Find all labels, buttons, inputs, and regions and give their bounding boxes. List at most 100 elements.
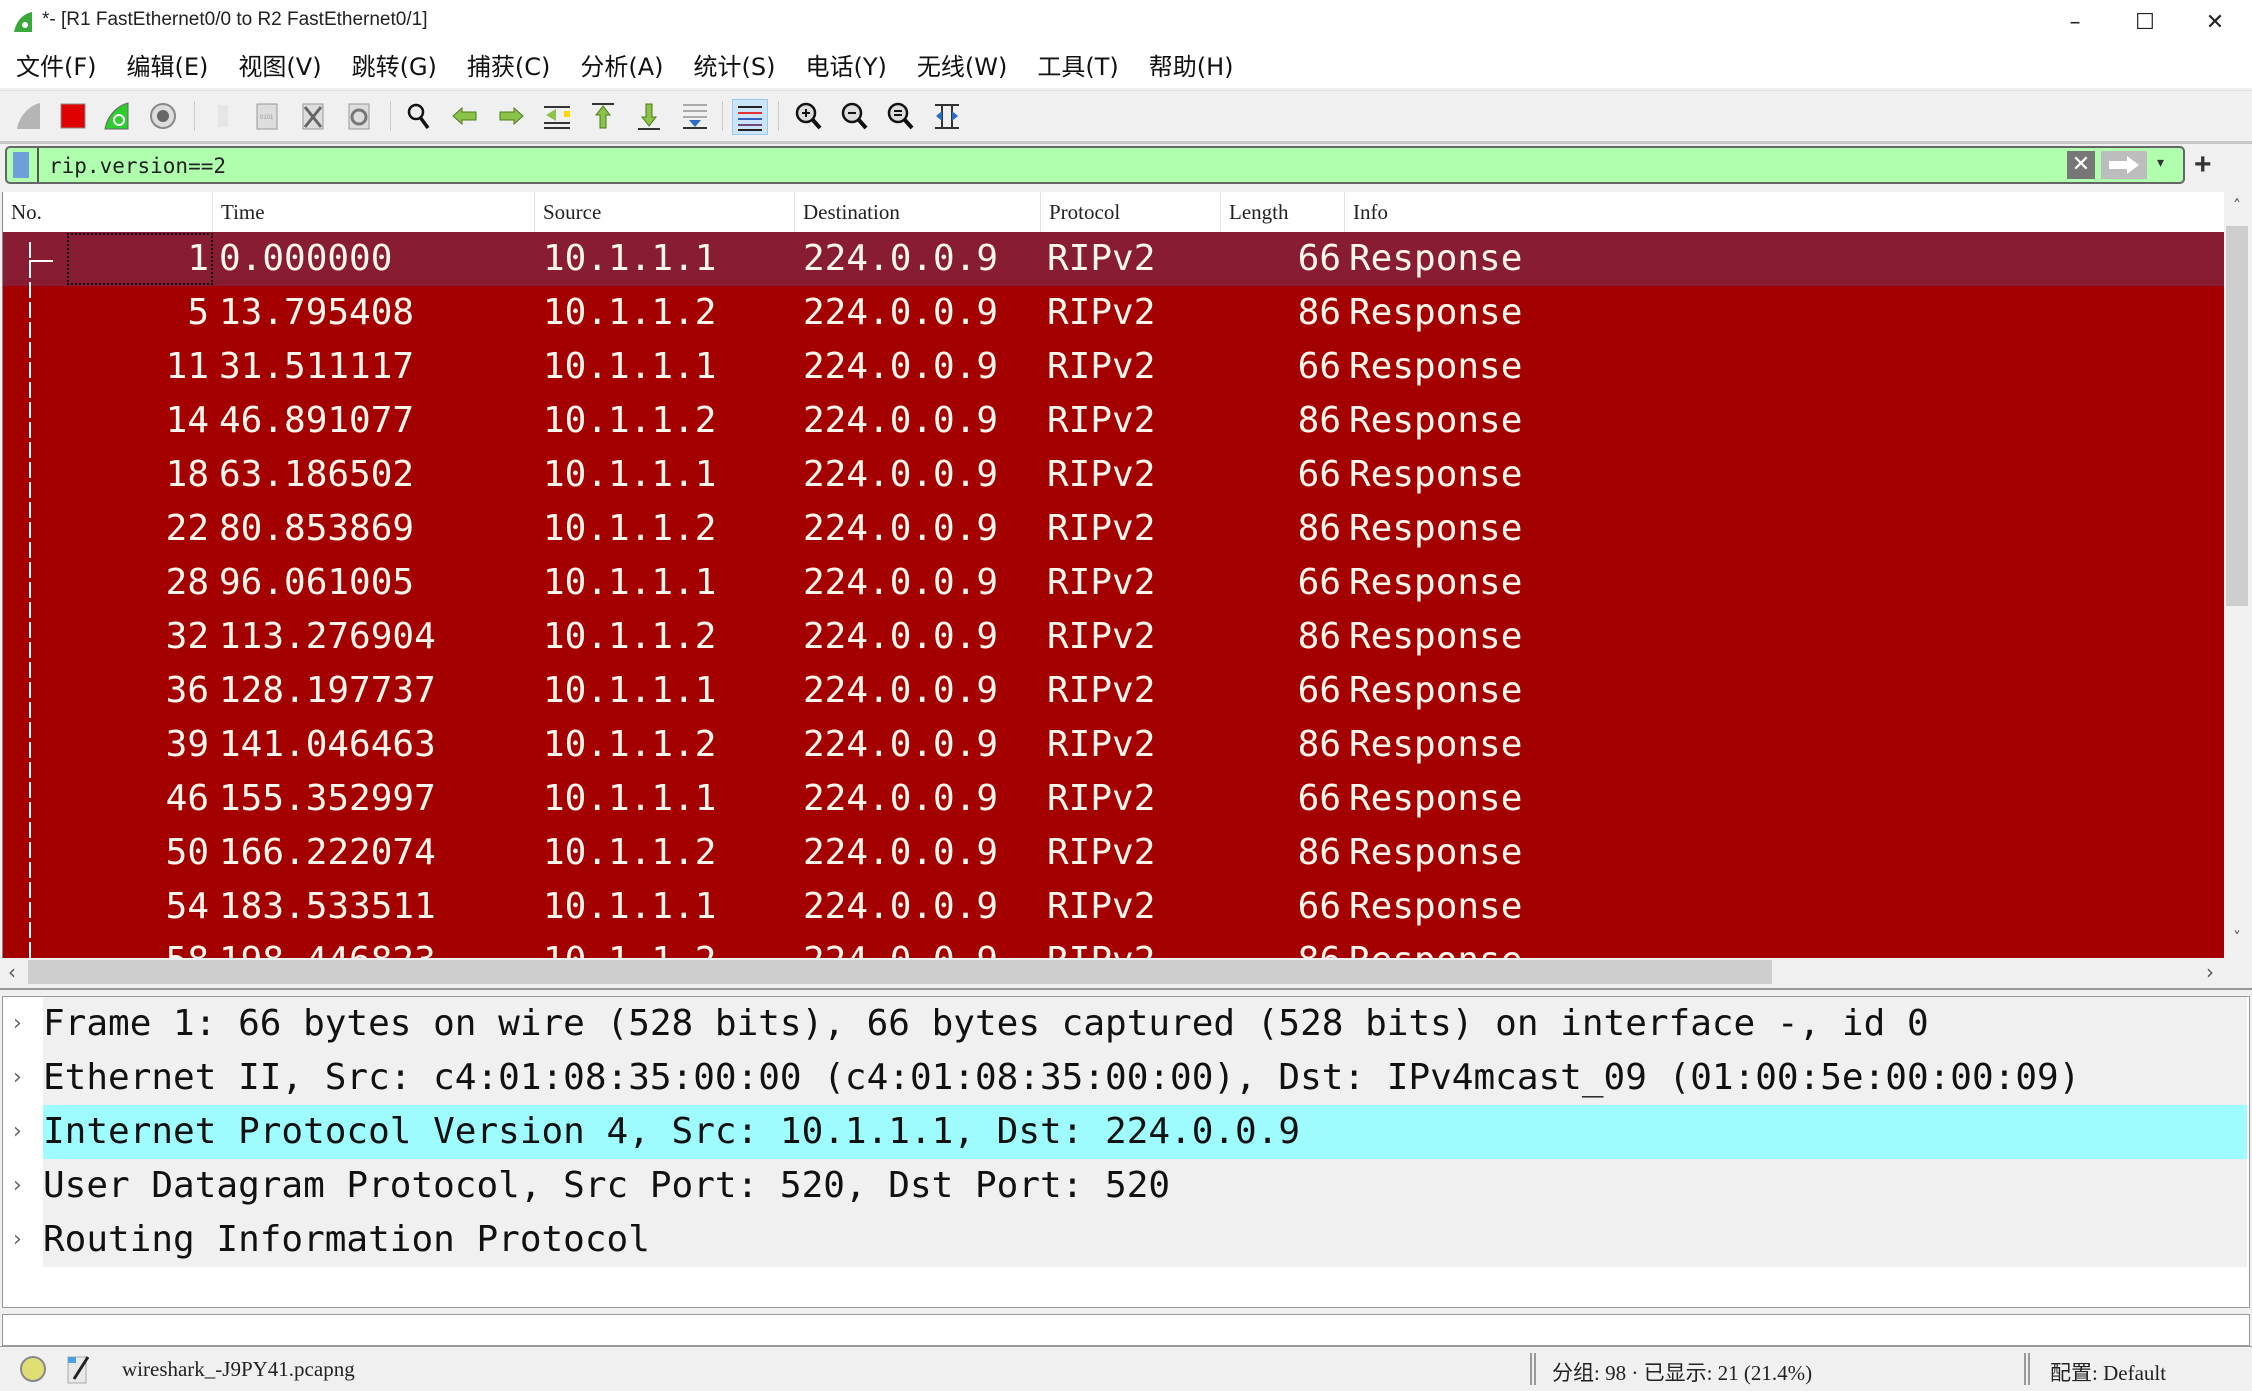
packet-cell-no: 54 — [165, 886, 209, 927]
scroll-down-icon[interactable]: ˅ — [2224, 928, 2250, 947]
go-first-packet-icon[interactable] — [586, 99, 620, 133]
packet-cell-src: 10.1.1.2 — [543, 508, 717, 549]
packet-bytes-pane[interactable] — [2, 1314, 2250, 1346]
detail-row-frame[interactable]: › Frame 1: 66 bytes on wire (528 bits), 6… — [13, 997, 2247, 1051]
go-to-packet-icon[interactable] — [540, 99, 574, 133]
expand-arrow-icon[interactable]: › — [13, 1105, 22, 1159]
packet-cell-proto: RIPv2 — [1047, 724, 1156, 765]
packet-row[interactable]: 5 13.795408 10.1.1.2 224.0.0.9 RIPv2 86 Respon… — [3, 286, 2225, 340]
packet-cell-time: 128.197737 — [219, 670, 436, 711]
go-last-packet-icon[interactable] — [632, 99, 666, 133]
packet-cell-dst: 224.0.0.9 — [803, 934, 998, 958]
menu-capture[interactable]: 捕获(C) — [453, 46, 564, 88]
reload-file-icon[interactable] — [342, 99, 376, 133]
packet-cell-info: Response — [1349, 778, 1523, 819]
detail-row-udp[interactable]: › User Datagram Protocol, Src Port: 520, … — [13, 1159, 2247, 1213]
packet-cell-len: 86 — [1297, 400, 1341, 441]
packet-cell-src: 10.1.1.1 — [543, 346, 717, 387]
packet-cell-len: 66 — [1297, 778, 1341, 819]
packet-row[interactable]: 11 31.511117 10.1.1.1 224.0.0.9 RIPv2 66 Respo… — [3, 340, 2225, 394]
menu-telephony[interactable]: 电话(Y) — [792, 46, 901, 88]
go-back-icon[interactable] — [448, 99, 482, 133]
save-file-icon[interactable]: 0101 — [250, 99, 284, 133]
zoom-out-icon[interactable] — [838, 99, 872, 133]
packet-row[interactable]: 32 113.276904 10.1.1.2 224.0.0.9 RIPv2 86 Resp… — [3, 610, 2225, 664]
packet-row[interactable]: 18 63.186502 10.1.1.1 224.0.0.9 RIPv2 66 Respo… — [3, 448, 2225, 502]
packet-cell-dst: 224.0.0.9 — [803, 724, 999, 765]
find-packet-icon[interactable] — [402, 99, 436, 133]
expand-arrow-icon[interactable]: › — [13, 997, 22, 1051]
filter-history-dropdown[interactable]: ▾ — [2157, 154, 2164, 171]
restart-capture-icon[interactable] — [100, 99, 134, 133]
expand-arrow-icon[interactable]: › — [13, 1051, 22, 1105]
capture-comment-edit-icon[interactable] — [66, 1353, 92, 1385]
packet-row[interactable]: 54 183.533511 10.1.1.1 224.0.0.9 RIPv2 66 Resp… — [3, 880, 2225, 934]
packet-row[interactable]: 58 198.446823 10.1.1.2 224.0.0.9 RIPv2 86 Resp… — [3, 934, 2225, 958]
column-header-no[interactable]: No. — [3, 192, 213, 232]
close-file-icon[interactable] — [296, 99, 330, 133]
display-filter-input[interactable] — [47, 151, 2051, 181]
detail-row-rip[interactable]: › Routing Information Protocol — [13, 1213, 2247, 1267]
zoom-in-icon[interactable] — [792, 99, 826, 133]
packet-list-vertical-scrollbar[interactable]: ˄ ˅ — [2224, 192, 2250, 958]
stop-capture-icon[interactable] — [56, 99, 90, 133]
colorize-icon[interactable] — [732, 99, 768, 135]
horizontal-scroll-thumb[interactable] — [28, 960, 1772, 984]
packet-row[interactable]: 1 0.000000 10.1.1.1 224.0.0.9 RIPv2 66 Respons… — [3, 232, 2225, 286]
column-header-destination[interactable]: Destination — [795, 192, 1041, 232]
expand-arrow-icon[interactable]: › — [13, 1213, 22, 1267]
column-header-time[interactable]: Time — [213, 192, 535, 232]
packet-row[interactable]: 28 96.061005 10.1.1.1 224.0.0.9 RIPv2 66 Respo… — [3, 556, 2225, 610]
column-header-length[interactable]: Length — [1221, 192, 1345, 232]
menu-edit[interactable]: 编辑(E) — [113, 46, 223, 88]
detail-row-ipv4[interactable]: › Internet Protocol Version 4, Src: 10.1.… — [13, 1105, 2247, 1159]
menu-file[interactable]: 文件(F) — [2, 46, 111, 88]
packet-list-header: No. Time Source Destination Protocol Len… — [3, 192, 2225, 233]
go-forward-icon[interactable] — [494, 99, 528, 133]
packet-row[interactable]: 14 46.891077 10.1.1.2 224.0.0.9 RIPv2 86 Respo… — [3, 394, 2225, 448]
minimize-button[interactable]: – — [2040, 4, 2110, 42]
menu-view[interactable]: 视图(V) — [224, 46, 335, 88]
profile-selector[interactable]: 配置: Default — [2050, 1357, 2166, 1387]
menu-statistics[interactable]: 统计(S) — [680, 46, 790, 88]
close-button[interactable]: ✕ — [2180, 4, 2250, 42]
start-capture-icon[interactable] — [12, 99, 46, 133]
zoom-normal-icon[interactable] — [884, 99, 918, 133]
column-header-source[interactable]: Source — [535, 192, 795, 232]
menu-go[interactable]: 跳转(G) — [338, 46, 451, 88]
add-filter-button[interactable]: + — [2194, 148, 2212, 182]
column-header-info[interactable]: Info — [1345, 192, 2225, 232]
menu-wireless[interactable]: 无线(W) — [903, 46, 1021, 88]
packet-row[interactable]: 36 128.197737 10.1.1.1 224.0.0.9 RIPv2 66 Resp… — [3, 664, 2225, 718]
expand-arrow-icon[interactable]: › — [13, 1159, 22, 1213]
scroll-left-icon[interactable]: ‹ — [8, 958, 16, 986]
packet-list-horizontal-scrollbar[interactable]: ‹ › — [2, 958, 2250, 986]
pane-splitter[interactable] — [0, 988, 2252, 996]
menu-tools[interactable]: 工具(T) — [1023, 46, 1132, 88]
vertical-scroll-thumb[interactable] — [2226, 226, 2248, 606]
menu-analyze[interactable]: 分析(A) — [566, 46, 677, 88]
packet-cell-proto: RIPv2 — [1047, 670, 1156, 711]
maximize-button[interactable]: ☐ — [2110, 4, 2180, 42]
apply-filter-button[interactable] — [2101, 151, 2147, 179]
packet-cell-time: 183.533511 — [219, 886, 436, 927]
scroll-right-icon[interactable]: › — [2206, 958, 2214, 986]
open-file-icon[interactable] — [206, 99, 240, 133]
packet-row[interactable]: 22 80.853869 10.1.1.2 224.0.0.9 RIPv2 86 Respo… — [3, 502, 2225, 556]
scroll-up-icon[interactable]: ˄ — [2224, 196, 2250, 215]
packet-cell-dst: 224.0.0.9 — [803, 400, 999, 441]
resize-columns-icon[interactable] — [930, 99, 964, 133]
expert-info-led-icon[interactable] — [20, 1356, 46, 1382]
menu-help[interactable]: 帮助(H) — [1135, 46, 1248, 88]
clear-filter-button[interactable]: ✕ — [2067, 151, 2095, 179]
auto-scroll-icon[interactable] — [678, 99, 712, 133]
capture-options-icon[interactable] — [146, 99, 180, 133]
packet-cell-src: 10.1.1.1 — [543, 238, 717, 279]
detail-row-ethernet[interactable]: › Ethernet II, Src: c4:01:08:35:00:00 (c4… — [13, 1051, 2247, 1105]
packet-row[interactable]: 39 141.046463 10.1.1.2 224.0.0.9 RIPv2 86 Resp… — [3, 718, 2225, 772]
packet-cell-src: 10.1.1.2 — [543, 616, 717, 657]
column-header-protocol[interactable]: Protocol — [1041, 192, 1221, 232]
packet-row[interactable]: 46 155.352997 10.1.1.1 224.0.0.9 RIPv2 66 Resp… — [3, 772, 2225, 826]
packet-row[interactable]: 50 166.222074 10.1.1.2 224.0.0.9 RIPv2 86 Resp… — [3, 826, 2225, 880]
filter-bookmark-icon[interactable] — [13, 152, 29, 178]
